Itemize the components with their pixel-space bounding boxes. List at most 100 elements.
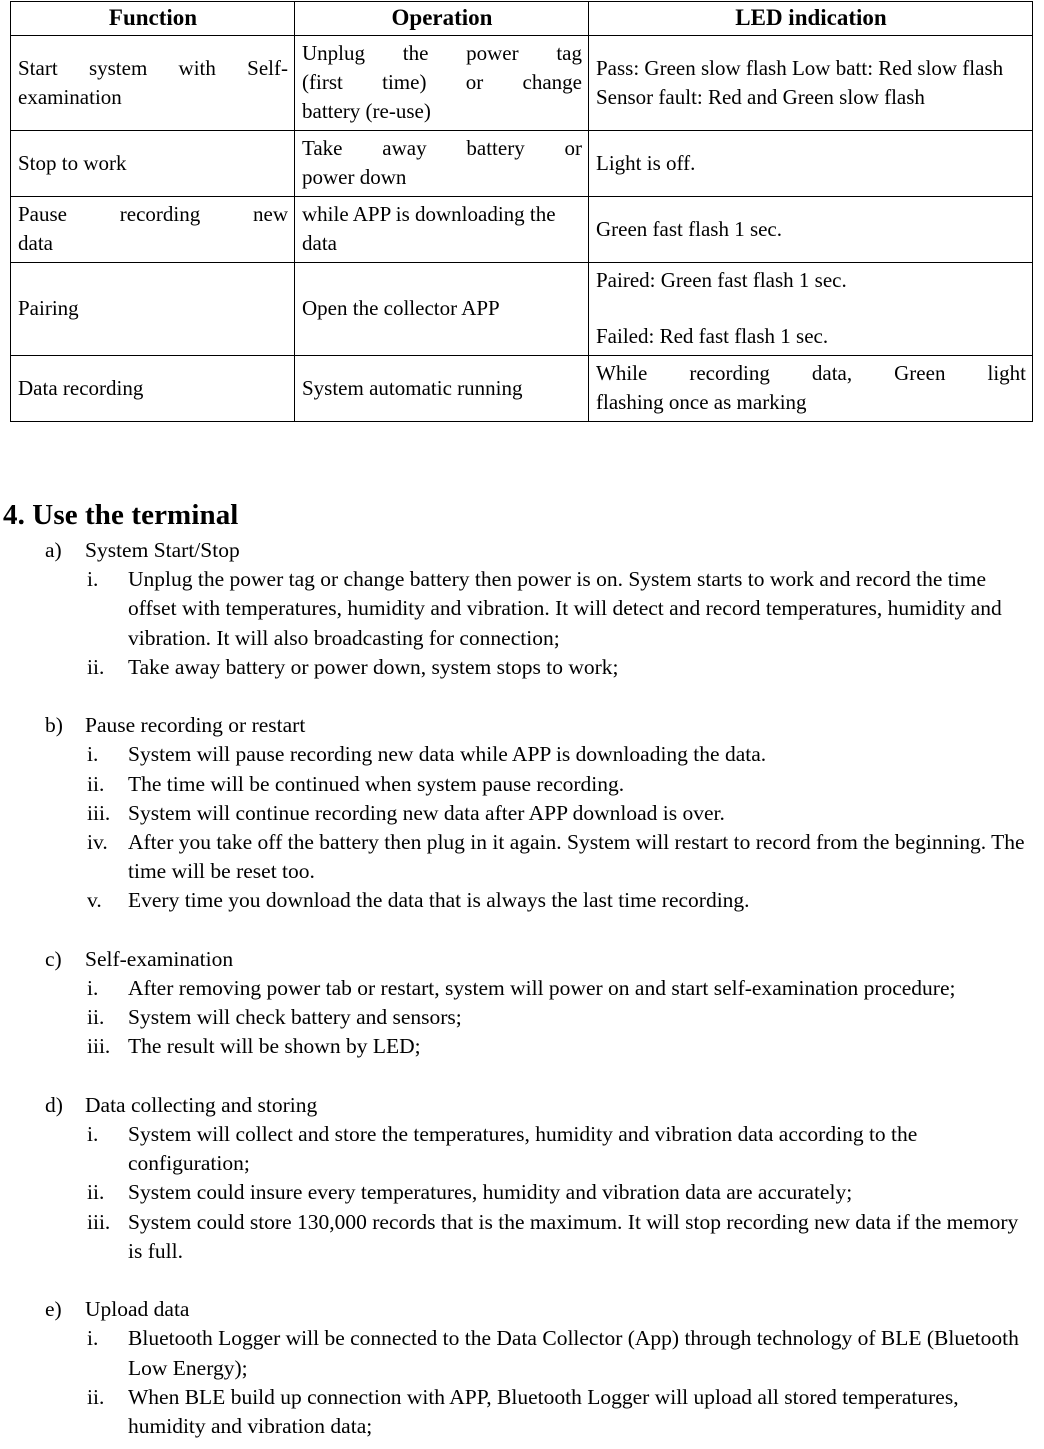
list-marker: iv.	[87, 830, 108, 855]
list-marker: c)	[45, 946, 62, 971]
list-item-label: Self-examination	[85, 946, 234, 971]
list-marker: b)	[45, 713, 63, 738]
list-item-label: Upload data	[85, 1297, 190, 1322]
cell-line: Unplug the power tag	[302, 41, 582, 65]
page-title: 4. Use the terminal	[3, 499, 239, 531]
list-item-label: System could store 130,000 records that …	[128, 1209, 1019, 1263]
list-item: v. Every time you download the data that…	[0, 886, 1044, 915]
list-marker: iii.	[87, 1034, 111, 1059]
cell-function: Start system with Self- examination	[10, 35, 295, 131]
list-item: i. System will pause recording new data …	[0, 740, 1044, 769]
cell-line: Open the collector APP	[302, 296, 500, 320]
cell-line: Green fast flash 1 sec.	[596, 216, 783, 241]
list-marker: ii.	[87, 1180, 105, 1205]
list-marker: v.	[87, 888, 102, 913]
list-item-label: System will check battery and sensors;	[128, 1005, 462, 1030]
table-row: Pause recording new data while APP is do…	[10, 196, 1033, 263]
list-item: iii. System will continue recording new …	[0, 799, 1044, 828]
cell-line: (first time) or change	[302, 70, 582, 94]
cell-line: While recording data, Green light	[596, 361, 1026, 385]
column-header-function: Function	[10, 1, 295, 36]
list-item: i. After removing power tab or restart, …	[0, 974, 1044, 1003]
list-item: ii. System will check battery and sensor…	[0, 1003, 1044, 1032]
list-marker: ii.	[87, 654, 105, 679]
cell-line: data	[18, 231, 53, 255]
list-item-label: System will collect and store the temper…	[128, 1122, 918, 1176]
cell-function: Pause recording new data	[10, 196, 295, 263]
cell-operation: System automatic running	[294, 355, 589, 422]
list-marker: ii.	[87, 1384, 105, 1409]
cell-line: Sensor fault: Red and Green slow flash	[596, 84, 925, 109]
cell-line: Pairing	[18, 296, 79, 320]
list-marker: i.	[87, 976, 99, 1001]
cell-led-indication: While recording data, Green light flashi…	[588, 355, 1033, 422]
cell-operation: while APP is downloading the data	[294, 196, 589, 263]
cell-operation: Unplug the power tag (first time) or cha…	[294, 35, 589, 131]
list-item-label: When BLE build up connection with APP, B…	[128, 1384, 959, 1439]
list-item-label: Every time you download the data that is…	[128, 888, 750, 913]
column-header-led-indication: LED indication	[588, 1, 1033, 36]
document-page: Function Operation LED indication Start …	[0, 0, 1044, 1449]
list-item-label: After removing power tab or restart, sys…	[128, 976, 956, 1001]
list-marker: ii.	[87, 1005, 105, 1030]
list-marker: iii.	[87, 800, 111, 825]
cell-line: Stop to work	[18, 150, 127, 175]
cell-line: flashing once as marking	[596, 390, 807, 414]
cell-line: power down	[302, 165, 407, 189]
list-marker: i.	[87, 567, 99, 592]
cell-line: System automatic running	[302, 375, 523, 400]
cell-led-indication: Paired: Green fast flash 1 sec. Failed: …	[588, 262, 1033, 356]
list-item-label: System Start/Stop	[85, 538, 240, 562]
list-item: i. System will collect and store the tem…	[0, 1120, 1044, 1178]
list-marker: i.	[87, 1326, 99, 1351]
list-item: ii. The time will be continued when syst…	[0, 770, 1044, 799]
column-header-operation: Operation	[294, 1, 589, 36]
list-item-label: System will continue recording new data …	[128, 800, 725, 825]
list-marker: i.	[87, 742, 99, 767]
list-item: ii. System could insure every temperatur…	[0, 1178, 1044, 1207]
table-header-row: Function Operation LED indication	[10, 1, 1033, 36]
cell-led-indication: Green fast flash 1 sec.	[588, 196, 1033, 263]
cell-line: Pass: Green slow flash	[596, 55, 787, 80]
list-item: ii. Take away battery or power down, sys…	[0, 653, 1044, 682]
list-item-label: Take away battery or power down, system …	[128, 654, 619, 679]
cell-function: Data recording	[10, 355, 295, 422]
list-item-a: a) System Start/Stop	[0, 536, 1044, 565]
cell-line: Start system with Self-	[18, 55, 288, 80]
table-row: Pairing Open the collector APP Paired: G…	[10, 262, 1033, 356]
cell-line: Failed: Red fast flash 1 sec.	[596, 324, 829, 348]
list-item: i. Unplug the power tag or change batter…	[0, 565, 1044, 653]
cell-operation: Open the collector APP	[294, 262, 589, 356]
list-item-b: b) Pause recording or restart	[0, 711, 1044, 740]
cell-line: examination	[18, 84, 122, 109]
list-item-label: System could insure every temperatures, …	[128, 1180, 853, 1205]
list-item-label: Bluetooth Logger will be connected to th…	[128, 1326, 1019, 1380]
cell-blank-line	[596, 295, 1026, 322]
list-item: iii. The result will be shown by LED;	[0, 1032, 1044, 1061]
cell-led-indication: Light is off.	[588, 130, 1033, 197]
table-row: Stop to work Take away battery or power …	[10, 130, 1033, 197]
cell-function: Pairing	[10, 262, 295, 356]
list-item-label: Data collecting and storing	[85, 1092, 318, 1117]
cell-line: Light is off.	[596, 150, 696, 175]
list-marker: i.	[87, 1122, 99, 1147]
list-item-e: e) Upload data	[0, 1295, 1044, 1324]
table-row: Data recording System automatic running …	[10, 355, 1033, 422]
list-marker: a)	[45, 538, 62, 562]
cell-line: Take away battery or	[302, 136, 582, 160]
list-item-label: System will pause recording new data whi…	[128, 742, 767, 767]
cell-led-indication: Pass: Green slow flash Low batt: Red slo…	[588, 35, 1033, 131]
list-item: iv. After you take off the battery then …	[0, 828, 1044, 886]
list-item: ii. When BLE build up connection with AP…	[0, 1383, 1044, 1441]
list-item-label: Pause recording or restart	[85, 713, 306, 738]
list-marker: d)	[45, 1092, 63, 1117]
cell-line: Paired: Green fast flash 1 sec.	[596, 268, 847, 292]
list-marker: e)	[45, 1297, 62, 1322]
list-marker: iii.	[87, 1209, 111, 1234]
list-item: iii. System could store 130,000 records …	[0, 1208, 1044, 1266]
list-item-d: d) Data collecting and storing	[0, 1091, 1044, 1120]
body-content: 4. Use the terminal a) System Start/Stop…	[0, 497, 1044, 1441]
